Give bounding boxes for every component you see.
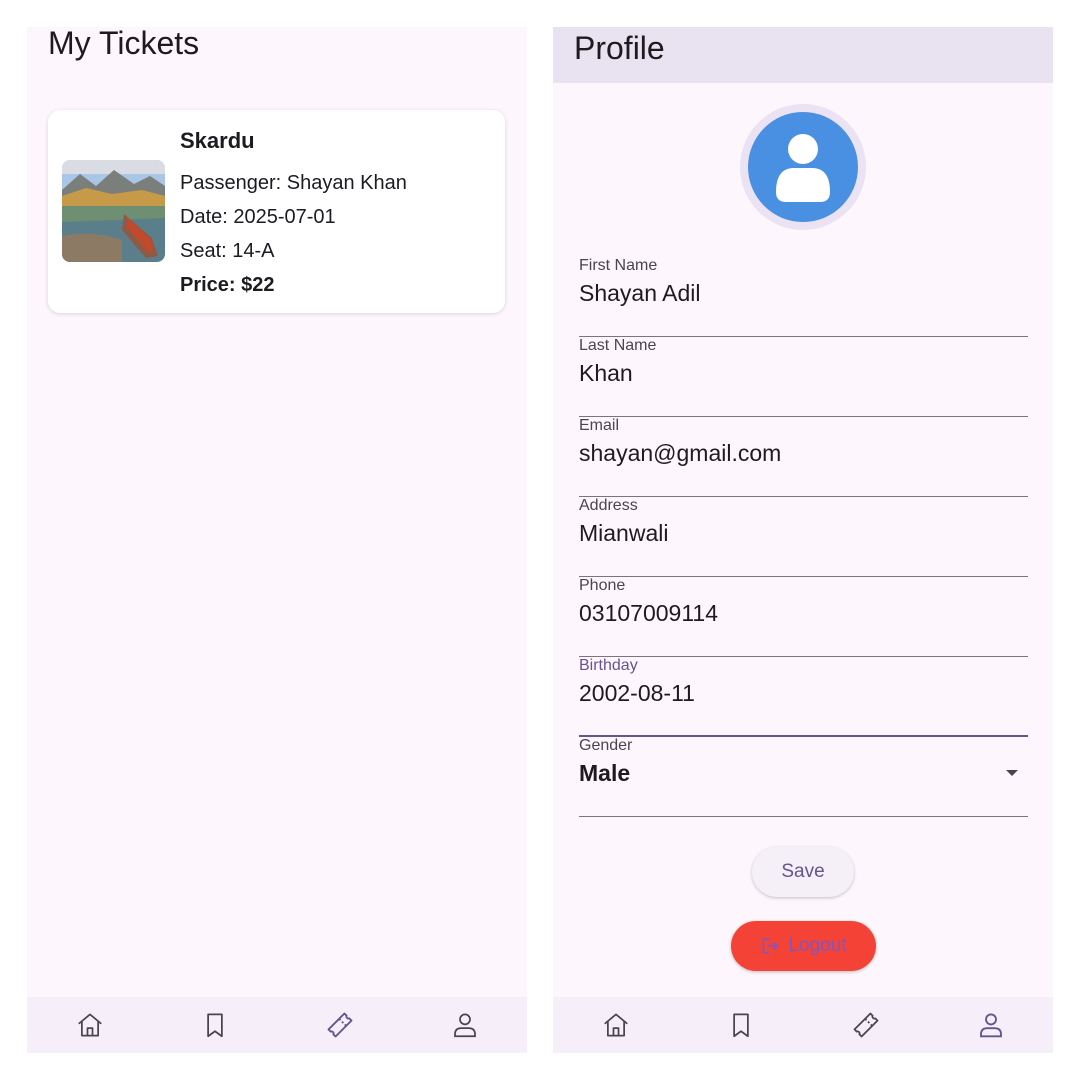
nav-bookmarks[interactable] (711, 1000, 771, 1050)
field-label: Phone (579, 577, 626, 594)
last-name-field[interactable]: Last Name Khan (579, 337, 1028, 417)
save-button[interactable]: Save (752, 847, 854, 897)
logout-button[interactable]: Logout (731, 921, 876, 971)
person-icon (453, 1013, 476, 1038)
home-icon (603, 1013, 628, 1037)
ticket-seat: Seat: 14-A (180, 240, 275, 262)
profile-screen: Profile First Name Shayan Adil Last Name… (553, 27, 1053, 1053)
field-value: Mianwali (579, 520, 669, 546)
field-underline (579, 816, 1028, 817)
nav-home[interactable] (60, 1000, 120, 1050)
nav-bookmarks[interactable] (185, 1000, 245, 1050)
field-label: Birthday (579, 657, 638, 674)
page-title: My Tickets (48, 27, 200, 61)
ticket-details: Skardu Passenger: Shayan Khan Date: 2025… (180, 128, 407, 302)
bottom-nav (553, 997, 1053, 1053)
field-label: Address (579, 497, 638, 514)
bookmark-icon (206, 1013, 223, 1038)
birthday-field[interactable]: Birthday 2002-08-11 (579, 657, 1028, 737)
ticket-icon (853, 1012, 878, 1038)
field-value: Khan (579, 360, 633, 386)
ticket-card[interactable]: Skardu Passenger: Shayan Khan Date: 2025… (48, 110, 505, 313)
page-title: Profile (574, 30, 665, 66)
address-field[interactable]: Address Mianwali (579, 497, 1028, 577)
avatar-person-icon (776, 134, 830, 202)
dropdown-arrow-icon (1006, 770, 1018, 776)
nav-tickets[interactable] (310, 1000, 370, 1050)
tickets-screen: My Tickets Skardu Passenger: Shayan Khan… (27, 27, 527, 1053)
avatar[interactable] (740, 104, 866, 230)
field-value: Shayan Adil (579, 280, 701, 306)
field-value: Male (579, 760, 631, 786)
nav-profile[interactable] (435, 1000, 495, 1050)
email-field[interactable]: Email shayan@gmail.com (579, 417, 1028, 497)
first-name-field[interactable]: First Name Shayan Adil (579, 257, 1028, 337)
nav-profile[interactable] (961, 1000, 1021, 1050)
gender-dropdown[interactable]: Gender Male (579, 737, 1028, 817)
field-label: Last Name (579, 337, 657, 354)
ticket-destination: Skardu (180, 128, 255, 153)
field-value: 2002-08-11 (579, 680, 695, 706)
logout-icon (762, 938, 779, 954)
logout-label: Logout (788, 935, 847, 956)
bookmark-icon (732, 1013, 749, 1038)
ticket-icon (327, 1012, 352, 1038)
app-bar: Profile (553, 27, 1053, 83)
destination-image (62, 160, 165, 262)
ticket-date: Date: 2025-07-01 (180, 206, 336, 228)
nav-home[interactable] (586, 1000, 646, 1050)
ticket-price: Price: $22 (180, 274, 275, 296)
person-icon (979, 1013, 1002, 1038)
field-label: Gender (579, 737, 633, 754)
field-value: shayan@gmail.com (579, 440, 782, 466)
field-label: First Name (579, 257, 658, 274)
bottom-nav (27, 997, 527, 1053)
nav-tickets[interactable] (836, 1000, 896, 1050)
ticket-passenger: Passenger: Shayan Khan (180, 172, 407, 194)
phone-field[interactable]: Phone 03107009114 (579, 577, 1028, 657)
field-value: 03107009114 (579, 600, 718, 626)
home-icon (77, 1013, 102, 1037)
field-label: Email (579, 417, 620, 434)
